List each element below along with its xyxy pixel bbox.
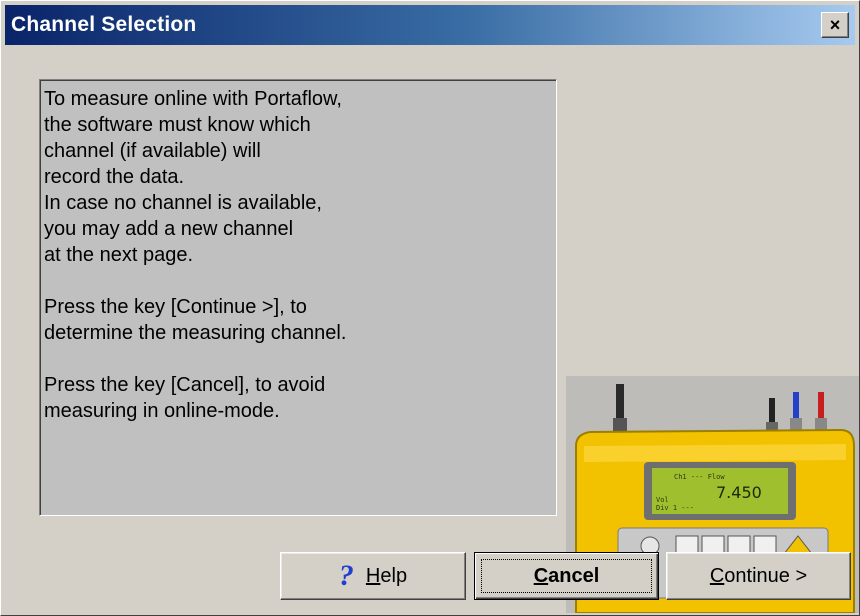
svg-text:Ch1 --- Flow: Ch1 --- Flow (674, 473, 725, 481)
title-bar[interactable]: Channel Selection × (5, 5, 855, 45)
close-icon: × (829, 14, 841, 35)
info-line (44, 346, 548, 372)
info-line: Press the key [Cancel], to avoid (44, 374, 326, 396)
info-panel: To measure online with Portaflow, the so… (39, 79, 557, 516)
focus-rectangle (481, 559, 652, 593)
dialog-title: Channel Selection (11, 13, 197, 36)
help-button-label: Help (365, 564, 408, 587)
info-line: channel (if available) will (44, 140, 261, 162)
info-line: Press the key [Continue >], to (44, 296, 307, 318)
svg-text:Div 1 ---: Div 1 --- (656, 504, 694, 512)
continue-button-label: Continue > (709, 564, 808, 587)
cancel-button[interactable]: Cancel (474, 552, 659, 600)
continue-button[interactable]: Continue > (666, 552, 851, 600)
info-line: at the next page. (44, 244, 194, 266)
svg-text:Vol: Vol (656, 496, 669, 504)
info-line: measuring in online-mode. (44, 400, 280, 422)
info-line: you may add a new channel (44, 218, 294, 240)
help-question-icon: ? (338, 559, 354, 592)
close-button[interactable]: × (821, 12, 849, 38)
info-line: In case no channel is available, (44, 192, 322, 214)
info-line: To measure online with Portaflow, (44, 88, 342, 110)
info-text: To measure online with Portaflow, the so… (44, 86, 548, 424)
lcd-reading: 7.450 (716, 483, 762, 502)
info-line: determine the measuring channel. (44, 322, 347, 344)
info-line (44, 268, 548, 294)
channel-selection-dialog: Channel Selection × To measure online wi… (0, 0, 860, 616)
help-button[interactable]: ? Help (280, 552, 466, 600)
info-line: record the data. (44, 166, 185, 188)
info-line: the software must know which (44, 114, 311, 136)
